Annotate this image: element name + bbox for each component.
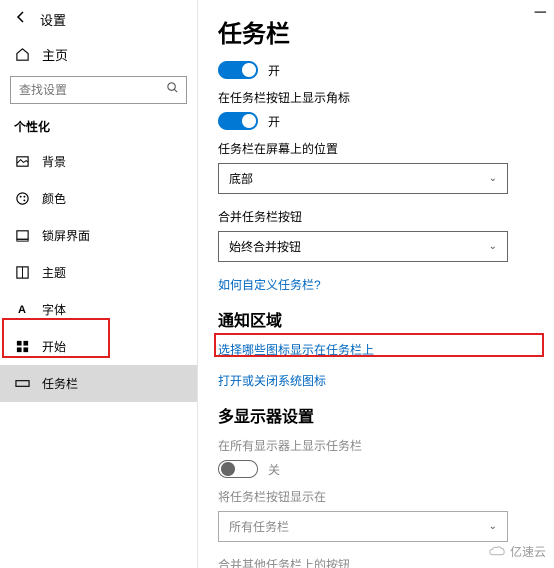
back-button[interactable] [14,10,28,29]
chevron-down-icon: ⌄ [489,241,497,252]
home-label: 主页 [42,45,68,64]
sidebar-item-label: 背景 [42,153,66,170]
combine-label: 合并任务栏按钮 [218,208,534,225]
sidebar-item-themes[interactable]: 主题 [0,254,197,291]
position-value: 底部 [229,170,253,187]
home-icon [14,47,30,63]
notify-link-1[interactable]: 选择哪些图标显示在任务栏上 [218,341,534,358]
toggle-multidisplay-label: 关 [268,461,280,478]
sidebar-item-fonts[interactable]: A 字体 [0,291,197,328]
notify-section-title: 通知区域 [218,307,534,331]
combine-value: 始终合并按钮 [229,238,301,255]
chevron-down-icon: ⌄ [489,173,497,184]
toggle-badge[interactable] [218,112,258,130]
sidebar-item-label: 颜色 [42,190,66,207]
badge-label: 在任务栏按钮上显示角标 [218,89,534,106]
sidebar-item-label: 主题 [42,264,66,281]
sidebar-item-background[interactable]: 背景 [0,143,197,180]
sidebar-item-taskbar[interactable]: 任务栏 [0,365,197,402]
font-icon: A [14,302,30,318]
settings-title: 设置 [40,10,66,29]
toggle-1-label: 开 [268,62,280,79]
position-dropdown[interactable]: 底部 ⌄ [218,163,508,194]
show-buttons-value: 所有任务栏 [229,518,289,535]
show-buttons-label: 将任务栏按钮显示在 [218,488,534,505]
watermark: 亿速云 [488,543,546,560]
multidisplay-label: 在所有显示器上显示任务栏 [218,437,534,454]
palette-icon [14,191,30,207]
page-title: 任务栏 [218,14,534,49]
search-icon [166,81,179,99]
sidebar-item-label: 锁屏界面 [42,227,90,244]
sidebar-item-label: 任务栏 [42,375,78,392]
sidebar-item-label: 字体 [42,301,66,318]
position-label: 任务栏在屏幕上的位置 [218,140,534,157]
notify-link-2[interactable]: 打开或关闭系统图标 [218,372,534,389]
sidebar-item-colors[interactable]: 颜色 [0,180,197,217]
chevron-down-icon: ⌄ [489,521,497,532]
customize-link[interactable]: 如何自定义任务栏? [218,276,534,293]
sidebar-item-start[interactable]: 开始 [0,328,197,365]
sidebar-item-lockscreen[interactable]: 锁屏界面 [0,217,197,254]
section-label: 个性化 [0,114,197,143]
toggle-1[interactable] [218,61,258,79]
theme-icon [14,265,30,281]
start-icon [14,339,30,355]
toggle-multidisplay[interactable] [218,460,258,478]
search-input[interactable] [10,76,187,104]
image-icon [14,154,30,170]
minimize-button[interactable]: ─ [535,4,546,22]
combine-other-label: 合并其他任务栏上的按钮 [218,556,534,568]
multidisplay-section-title: 多显示器设置 [218,403,534,427]
toggle-badge-label: 开 [268,113,280,130]
lock-icon [14,228,30,244]
show-buttons-dropdown: 所有任务栏 ⌄ [218,511,508,542]
sidebar-item-label: 开始 [42,338,66,355]
combine-dropdown[interactable]: 始终合并按钮 ⌄ [218,231,508,262]
home-button[interactable]: 主页 [0,37,197,72]
taskbar-icon [14,376,30,392]
